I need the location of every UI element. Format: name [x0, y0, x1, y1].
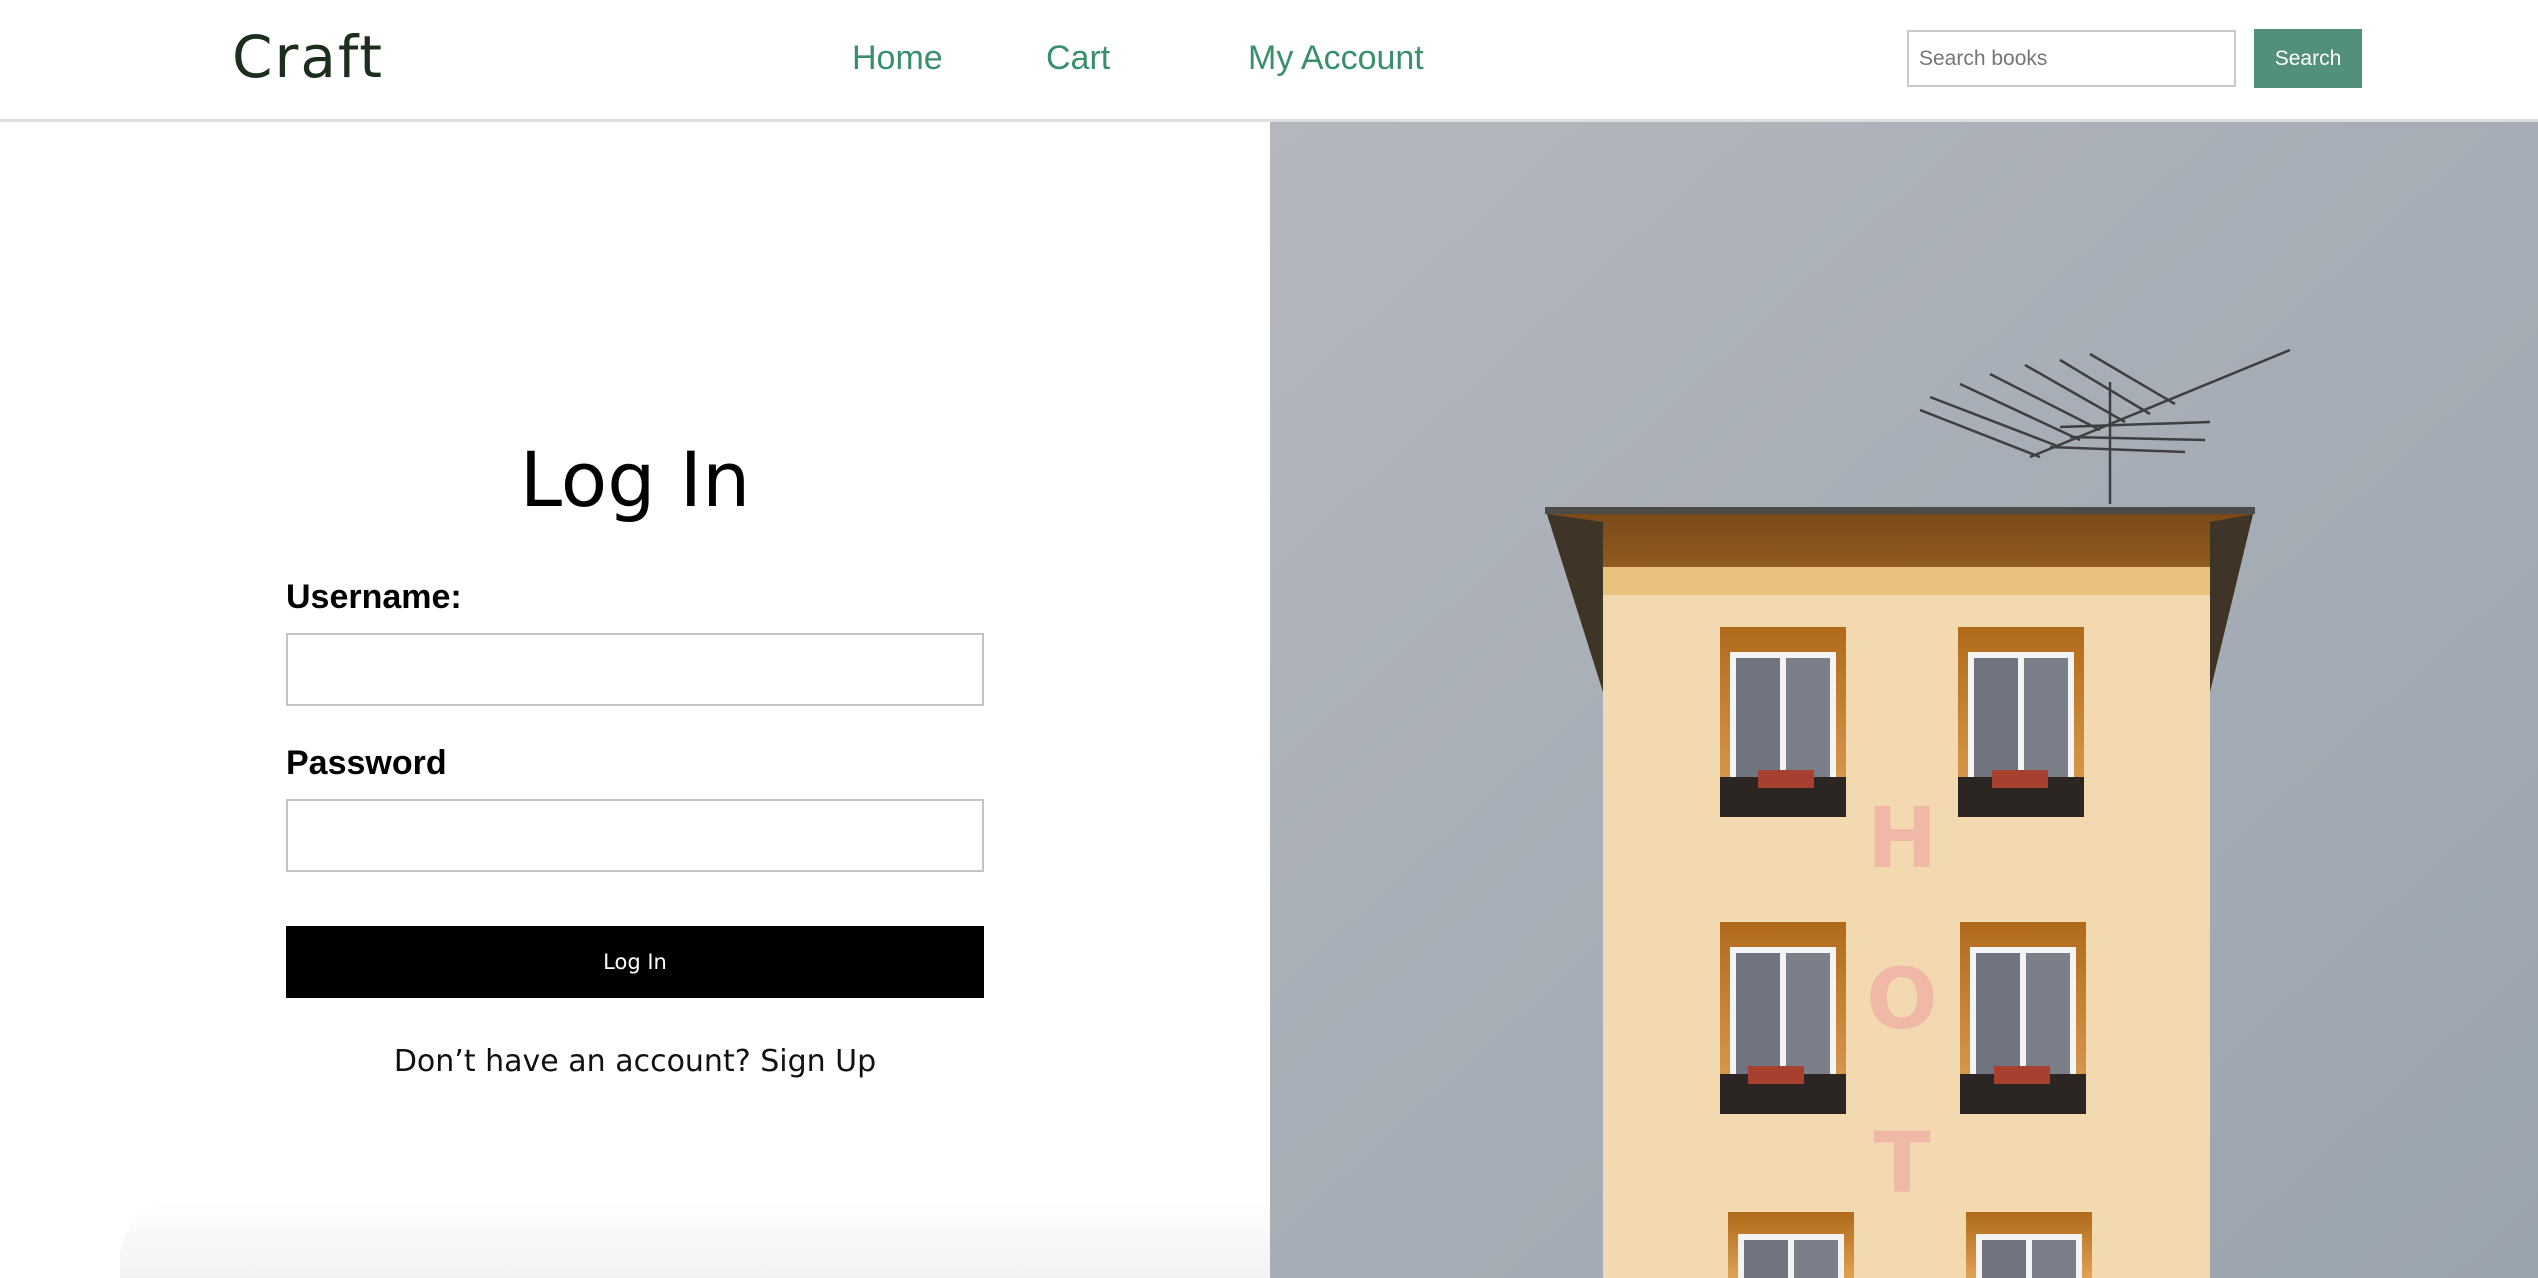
window-mid-left [1720, 922, 1846, 1114]
sign-letter-t: T [1873, 1114, 1930, 1212]
window-bottom-right [1966, 1212, 2092, 1278]
signup-prompt-text: Don’t have an account? [393, 1044, 751, 1079]
username-label: Username: [286, 578, 462, 616]
signup-prompt: Don’t have an account? Sign Up [286, 1042, 984, 1082]
site-logo[interactable]: Craft [232, 22, 384, 92]
window-bottom-left [1728, 1212, 1854, 1278]
username-field[interactable] [286, 633, 984, 706]
nav-my-account-link[interactable]: My Account [1248, 36, 1424, 80]
search-input[interactable] [1907, 30, 2236, 87]
window-top-left [1720, 627, 1846, 817]
window-top-right [1958, 627, 2084, 817]
sign-letter-h: H [1867, 789, 1937, 887]
hero-building-photo: H O T [1270, 122, 2538, 1278]
signup-link[interactable]: Sign Up [760, 1044, 876, 1079]
nav-cart-link[interactable]: Cart [1046, 36, 1110, 80]
password-label: Password [286, 744, 447, 782]
search-button[interactable]: Search [2254, 29, 2362, 88]
top-nav-bar: Craft Home Cart My Account Search [0, 0, 2538, 122]
login-button[interactable]: Log In [286, 926, 984, 998]
window-mid-right [1960, 922, 2086, 1114]
password-field[interactable] [286, 799, 984, 872]
bottom-shadow [120, 1200, 1270, 1278]
sign-letter-o: O [1866, 950, 1937, 1048]
page-title: Log In [519, 435, 751, 524]
nav-home-link[interactable]: Home [852, 36, 943, 80]
